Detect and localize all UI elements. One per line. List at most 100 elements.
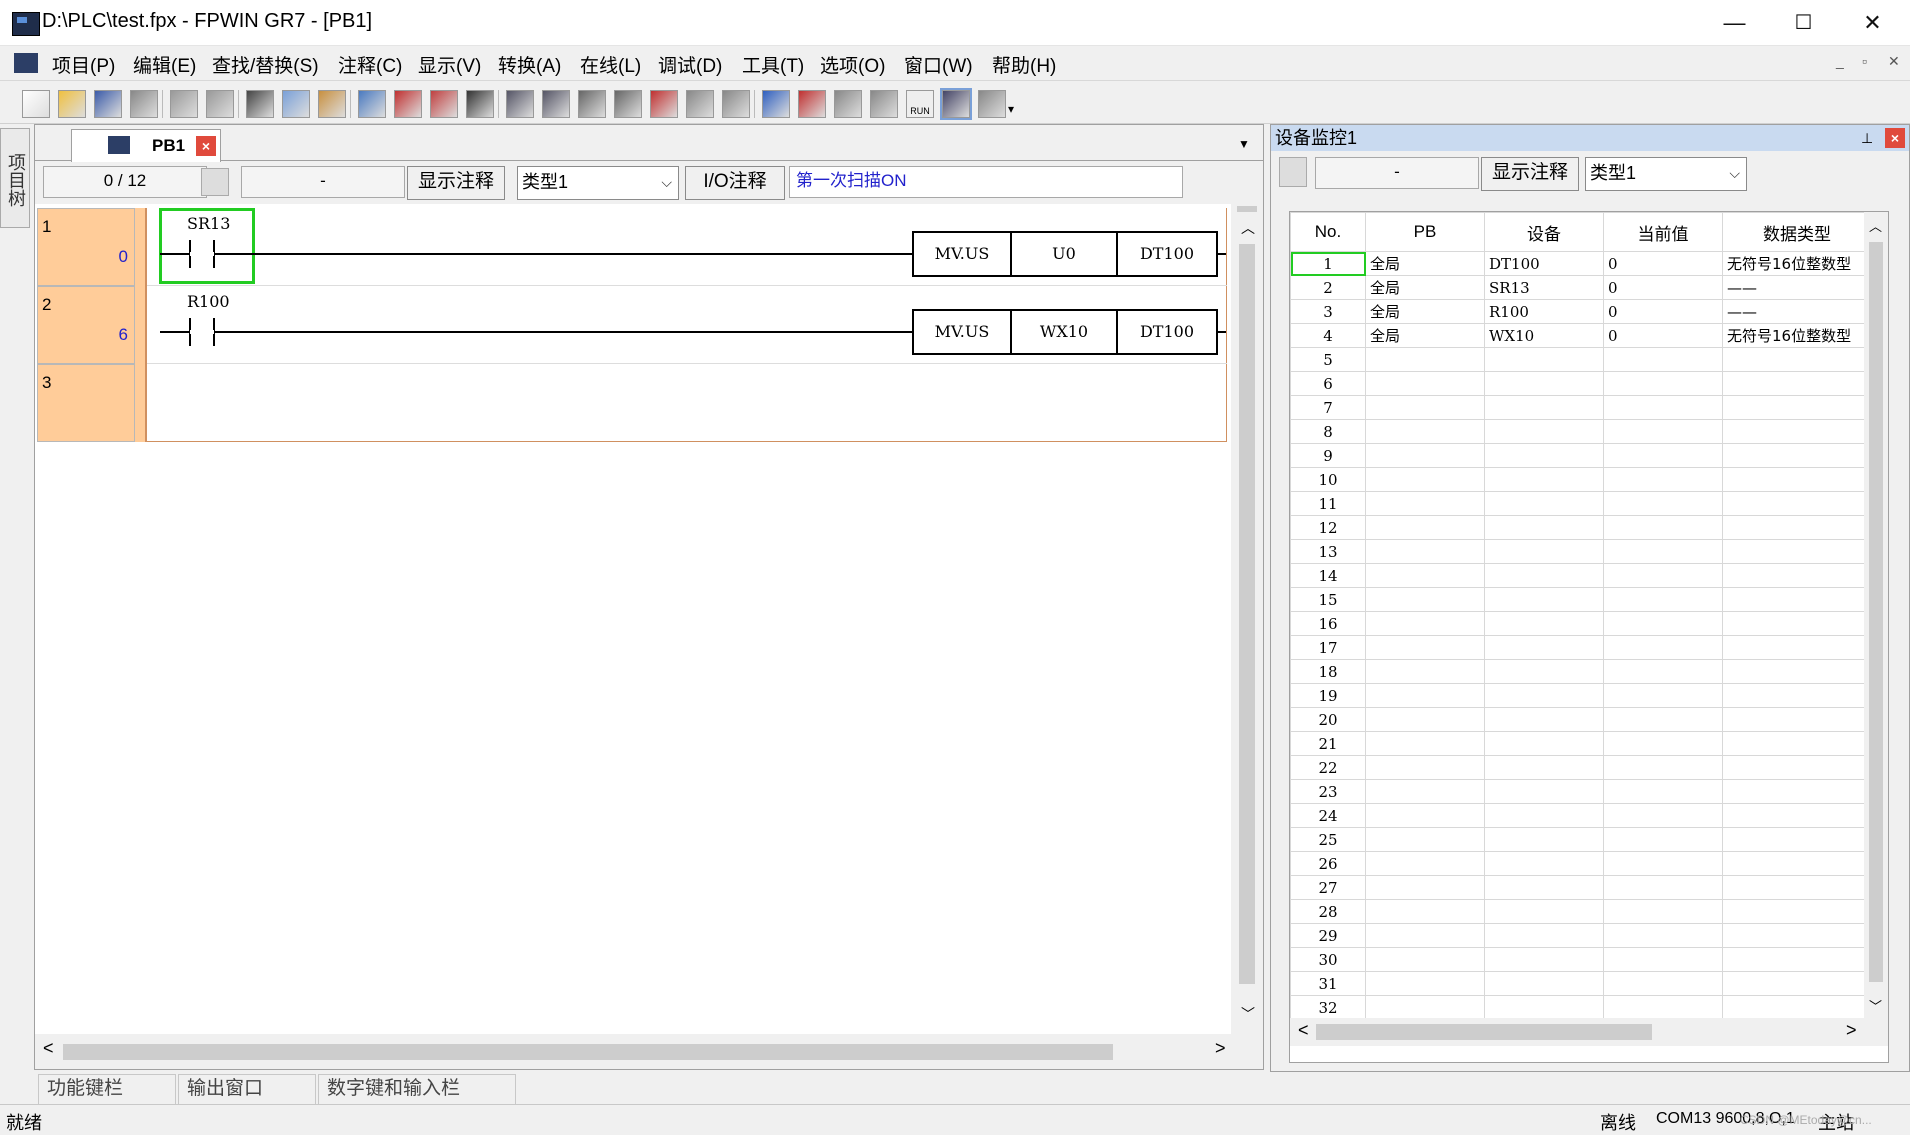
pg-icon[interactable] bbox=[686, 90, 714, 118]
table-row[interactable]: 12 bbox=[1290, 515, 1872, 540]
maximize-button[interactable]: ☐ bbox=[1769, 0, 1838, 46]
table-row[interactable]: 23 bbox=[1290, 779, 1872, 804]
cell-value[interactable] bbox=[1603, 803, 1723, 828]
scroll-up-icon[interactable]: ︿ bbox=[1241, 218, 1255, 238]
cell-pb[interactable] bbox=[1365, 755, 1485, 780]
table-row[interactable]: 27 bbox=[1290, 875, 1872, 900]
table-row[interactable]: 6 bbox=[1290, 371, 1872, 396]
monitor-type-select[interactable]: 类型1 ⌵ bbox=[1585, 157, 1747, 191]
show-comment-button[interactable]: 显示注释 bbox=[407, 166, 505, 200]
cut-icon[interactable] bbox=[246, 90, 274, 118]
cell-dtype[interactable]: —— bbox=[1722, 299, 1872, 324]
menu-item-11[interactable]: 窗口(W) bbox=[904, 51, 973, 78]
cell-pb[interactable] bbox=[1365, 683, 1485, 708]
menu-item-9[interactable]: 工具(T) bbox=[742, 51, 804, 78]
cell-pb[interactable] bbox=[1365, 947, 1485, 972]
cell-dtype[interactable]: 无符号16位整数型 bbox=[1722, 323, 1872, 348]
cell-no[interactable]: 1 bbox=[1290, 251, 1366, 276]
cell-device[interactable]: R100 bbox=[1484, 299, 1604, 324]
cell-pb[interactable] bbox=[1365, 611, 1485, 636]
step-field[interactable]: - bbox=[241, 166, 405, 198]
cell-pb[interactable] bbox=[1365, 587, 1485, 612]
cell-device[interactable] bbox=[1484, 467, 1604, 492]
copy-icon[interactable] bbox=[282, 90, 310, 118]
rung-number-cell[interactable]: 1 0 bbox=[37, 208, 135, 286]
scroll-up-icon[interactable]: ︿ bbox=[1869, 216, 1882, 235]
debug-icon[interactable] bbox=[834, 90, 862, 118]
tab-pb1[interactable]: PB1 × bbox=[71, 129, 221, 162]
cell-no[interactable]: 26 bbox=[1290, 851, 1366, 876]
cell-pb[interactable]: 全局 bbox=[1365, 323, 1485, 348]
cell-pb[interactable] bbox=[1365, 851, 1485, 876]
cell-no[interactable]: 14 bbox=[1290, 563, 1366, 588]
table-row[interactable]: 1 全局 DT100 0 无符号16位整数型 bbox=[1290, 251, 1872, 276]
monitor-show-comment-button[interactable]: 显示注释 bbox=[1481, 157, 1579, 191]
cell-no[interactable]: 22 bbox=[1290, 755, 1366, 780]
cell-device[interactable] bbox=[1484, 515, 1604, 540]
tab-function-keys[interactable]: 功能键栏 bbox=[38, 1074, 176, 1106]
cell-pb[interactable] bbox=[1365, 395, 1485, 420]
cell-dtype[interactable] bbox=[1722, 467, 1872, 492]
cell-pb[interactable]: 全局 bbox=[1365, 299, 1485, 324]
cell-device[interactable] bbox=[1484, 995, 1604, 1020]
rung-number-cell[interactable]: 2 6 bbox=[37, 286, 135, 364]
cell-pb[interactable] bbox=[1365, 899, 1485, 924]
pg2-icon[interactable] bbox=[722, 90, 750, 118]
cell-dtype[interactable] bbox=[1722, 875, 1872, 900]
io-comment-button[interactable]: I/O注释 bbox=[685, 166, 785, 200]
cell-dtype[interactable] bbox=[1722, 827, 1872, 852]
cell-dtype[interactable] bbox=[1722, 611, 1872, 636]
tab-close-button[interactable]: × bbox=[196, 136, 216, 156]
table-row[interactable]: 29 bbox=[1290, 923, 1872, 948]
cell-device[interactable] bbox=[1484, 971, 1604, 996]
cell-device[interactable] bbox=[1484, 491, 1604, 516]
cell-pb[interactable] bbox=[1365, 971, 1485, 996]
cell-pb[interactable] bbox=[1365, 827, 1485, 852]
cell-pb[interactable] bbox=[1365, 347, 1485, 372]
table-row[interactable]: 3 全局 R100 0 —— bbox=[1290, 299, 1872, 324]
cell-pb[interactable] bbox=[1365, 731, 1485, 756]
menu-item-8[interactable]: 调试(D) bbox=[658, 51, 722, 78]
cell-device[interactable] bbox=[1484, 875, 1604, 900]
cell-no[interactable]: 17 bbox=[1290, 635, 1366, 660]
table-row[interactable]: 7 bbox=[1290, 395, 1872, 420]
list-icon[interactable] bbox=[506, 90, 534, 118]
cell-device[interactable] bbox=[1484, 587, 1604, 612]
ladder-diagram[interactable]: 1 0 SR13 MV.US U0 DT100 2 6 R100 MV.US W… bbox=[35, 204, 1231, 1034]
cell-no[interactable]: 31 bbox=[1290, 971, 1366, 996]
cell-device[interactable] bbox=[1484, 779, 1604, 804]
cell-dtype[interactable]: —— bbox=[1722, 275, 1872, 300]
cell-dtype[interactable] bbox=[1722, 635, 1872, 660]
cell-pb[interactable]: 全局 bbox=[1365, 251, 1485, 276]
monitor-icon[interactable] bbox=[542, 90, 570, 118]
tab-numeric-input[interactable]: 数字键和输入栏 bbox=[318, 1074, 516, 1106]
cell-device[interactable] bbox=[1484, 803, 1604, 828]
cell-no[interactable]: 2 bbox=[1290, 275, 1366, 300]
cell-dtype[interactable] bbox=[1722, 923, 1872, 948]
cell-pb[interactable] bbox=[1365, 467, 1485, 492]
cell-value[interactable] bbox=[1603, 683, 1723, 708]
cell-no[interactable]: 5 bbox=[1290, 347, 1366, 372]
cell-dtype[interactable] bbox=[1722, 947, 1872, 972]
cell-no[interactable]: 4 bbox=[1290, 323, 1366, 348]
menu-item-12[interactable]: 帮助(H) bbox=[992, 51, 1056, 78]
scroll-thumb[interactable] bbox=[1239, 244, 1255, 984]
cell-no[interactable]: 27 bbox=[1290, 875, 1366, 900]
cell-pb[interactable] bbox=[1365, 875, 1485, 900]
tab-output-window[interactable]: 输出窗口 bbox=[178, 1074, 316, 1106]
cell-no[interactable]: 23 bbox=[1290, 779, 1366, 804]
cell-device[interactable] bbox=[1484, 443, 1604, 468]
cell-no[interactable]: 20 bbox=[1290, 707, 1366, 732]
redo-icon[interactable] bbox=[206, 90, 234, 118]
filter-icon[interactable] bbox=[1279, 157, 1307, 187]
mdi-restore-button[interactable]: ▫ bbox=[1862, 53, 1867, 69]
menu-item-10[interactable]: 选项(O) bbox=[820, 51, 885, 78]
cell-no[interactable]: 10 bbox=[1290, 467, 1366, 492]
cell-dtype[interactable] bbox=[1722, 779, 1872, 804]
cell-value[interactable] bbox=[1603, 779, 1723, 804]
filter-icon[interactable] bbox=[201, 168, 229, 196]
minimize-button[interactable]: — bbox=[1700, 0, 1769, 46]
cell-device[interactable] bbox=[1484, 635, 1604, 660]
cell-device[interactable] bbox=[1484, 923, 1604, 948]
table-row[interactable]: 8 bbox=[1290, 419, 1872, 444]
